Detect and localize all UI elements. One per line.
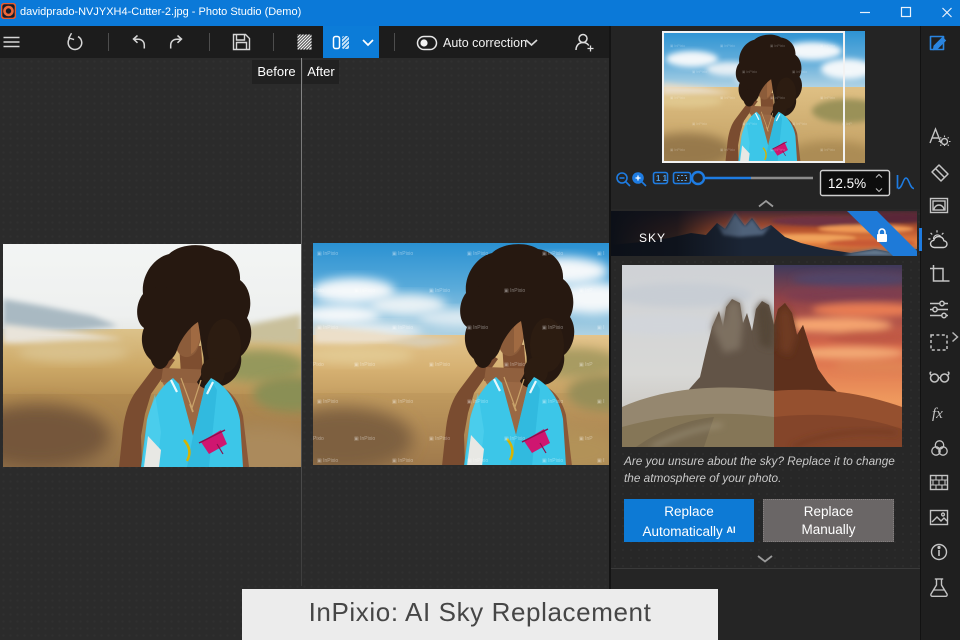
svg-text:▣ InPixio: ▣ InPixio — [354, 362, 375, 368]
svg-text:▣ InP: ▣ InP — [579, 362, 593, 368]
svg-text:fx: fx — [932, 406, 943, 422]
svg-text:▣ InPixio: ▣ InPixio — [504, 362, 525, 368]
svg-text:▣ InPixio: ▣ InPixio — [467, 325, 488, 331]
svg-text:▣ I: ▣ I — [597, 325, 605, 331]
svg-text:▣ InP: ▣ InP — [579, 288, 593, 294]
svg-text:1 1: 1 1 — [656, 174, 668, 183]
svg-text:▣ InPixio: ▣ InPixio — [504, 288, 525, 294]
svg-text:▣ InPixio: ▣ InPixio — [467, 458, 488, 464]
svg-text:▣ InPixio: ▣ InPixio — [542, 325, 563, 331]
svg-text:▣ InPixio: ▣ InPixio — [742, 70, 757, 74]
svg-text:▣ InPixio: ▣ InPixio — [720, 148, 735, 152]
svg-text:▣ InPixio: ▣ InPixio — [692, 122, 707, 126]
svg-text:▣ InPixio: ▣ InPixio — [792, 122, 807, 126]
svg-text:▣ InPixio: ▣ InPixio — [504, 436, 525, 442]
svg-text:▣ InPixio: ▣ InPixio — [317, 458, 338, 464]
svg-text:Auto correction: Auto correction — [443, 36, 527, 50]
svg-text:Pixio: Pixio — [313, 362, 324, 368]
svg-text:▣ InPixio: ▣ InPixio — [670, 148, 685, 152]
svg-text:▣ InPixio: ▣ InPixio — [317, 399, 338, 405]
svg-text:▣ InPixio: ▣ InPixio — [429, 288, 450, 294]
svg-text:▣ InPixio: ▣ InPixio — [429, 436, 450, 442]
svg-text:▣ I: ▣ I — [597, 399, 605, 405]
svg-text:▣ InPixio: ▣ InPixio — [354, 436, 375, 442]
svg-text:▣ InPixio: ▣ InPixio — [820, 148, 835, 152]
svg-text:▣ InPixio: ▣ InPixio — [792, 70, 807, 74]
svg-text:▣ InPixio: ▣ InPixio — [317, 251, 338, 257]
svg-text:▣ InPixio: ▣ InPixio — [770, 148, 785, 152]
svg-text:▣ InPixio: ▣ InPixio — [392, 399, 413, 405]
svg-text:▣ InPixio: ▣ InPixio — [742, 122, 757, 126]
svg-text:▣ InPixio: ▣ InPixio — [770, 44, 785, 48]
svg-text:▣ InPixio: ▣ InPixio — [542, 251, 563, 257]
svg-text:Pixio: Pixio — [313, 288, 324, 294]
svg-text:▣ InPixio: ▣ InPixio — [542, 399, 563, 405]
svg-text:▣ I: ▣ I — [597, 458, 605, 464]
svg-text:▣ InPixio: ▣ InPixio — [354, 288, 375, 294]
svg-text:▣ InPixio: ▣ InPixio — [392, 251, 413, 257]
svg-text:12.5%: 12.5% — [828, 176, 866, 191]
svg-text:▣ I: ▣ I — [597, 251, 605, 257]
svg-text:▣ InPixio: ▣ InPixio — [720, 96, 735, 100]
svg-text:▣ InPixio: ▣ InPixio — [820, 96, 835, 100]
svg-text:▣ InPixio: ▣ InPixio — [542, 458, 563, 464]
svg-text:▣ InPixio: ▣ InPixio — [692, 70, 707, 74]
svg-text:▣ InPixio: ▣ InPixio — [720, 44, 735, 48]
svg-text:▣ InPixio: ▣ InPixio — [467, 251, 488, 257]
svg-text:▣ InPixio: ▣ InPixio — [317, 325, 338, 331]
svg-text:Pixio: Pixio — [313, 436, 324, 442]
svg-text:▣ InPixio: ▣ InPixio — [429, 362, 450, 368]
svg-text:▣ InPixio: ▣ InPixio — [770, 96, 785, 100]
svg-text:▣ InPixio: ▣ InPixio — [670, 96, 685, 100]
svg-text:▣ InPixio: ▣ InPixio — [392, 325, 413, 331]
svg-text:▣ InPixio: ▣ InPixio — [467, 399, 488, 405]
svg-text:▣ InPixio: ▣ InPixio — [820, 44, 835, 48]
svg-text:▣ InPixio: ▣ InPixio — [670, 44, 685, 48]
svg-text:SKY: SKY — [639, 231, 666, 245]
svg-text:▣ InP: ▣ InP — [579, 436, 593, 442]
svg-text:▣ InPixio: ▣ InPixio — [392, 458, 413, 464]
